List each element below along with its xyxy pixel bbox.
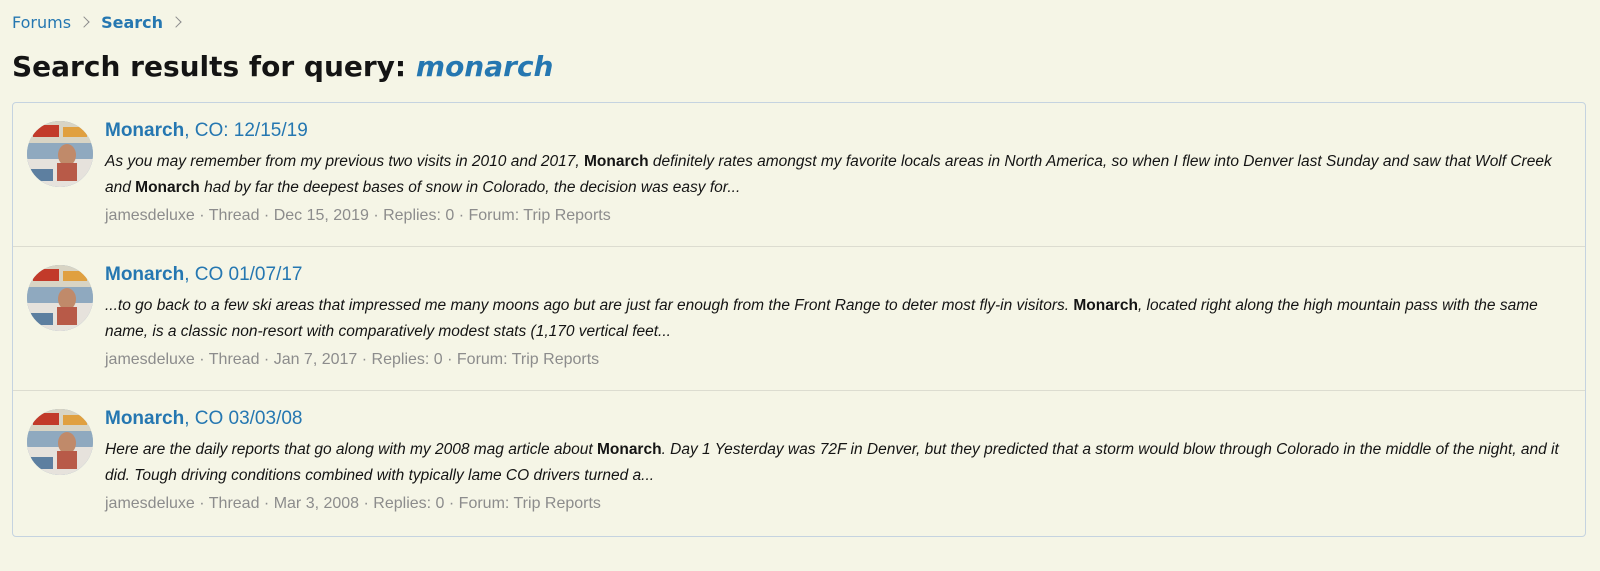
- avatar-magazine-cover-icon[interactable]: [27, 409, 93, 475]
- result-title-text: , CO 03/03/08: [184, 408, 303, 429]
- result-replies: Replies: 0: [371, 351, 443, 368]
- search-result-item: Monarch, CO 01/07/17 ...to go back to a f…: [13, 247, 1585, 391]
- meta-separator: ·: [454, 207, 469, 224]
- result-date[interactable]: Mar 3, 2008: [274, 495, 359, 512]
- meta-separator: ·: [194, 207, 209, 224]
- meta-separator: ·: [368, 207, 384, 224]
- meta-separator: ·: [357, 351, 372, 368]
- page-title: Search results for query: monarch: [12, 48, 1588, 88]
- avatar-magazine-cover-icon[interactable]: [27, 121, 93, 187]
- result-title-link[interactable]: Monarch, CO 03/03/08: [105, 407, 1571, 431]
- result-title-highlight: Monarch: [105, 264, 185, 285]
- search-result-item: Monarch, CO: 12/15/19 As you may remember…: [13, 103, 1585, 247]
- result-replies: Replies: 0: [373, 495, 445, 512]
- snippet-text: had by far the deepest bases of snow in …: [199, 179, 741, 196]
- meta-separator: ·: [359, 495, 374, 512]
- snippet-text: Here are the daily reports that go along…: [105, 441, 597, 458]
- result-forum-link[interactable]: Forum: Trip Reports: [459, 495, 601, 512]
- result-content-type: Thread: [208, 495, 260, 512]
- result-content-type: Thread: [208, 207, 260, 224]
- breadcrumb-forums-link[interactable]: Forums: [12, 13, 71, 32]
- meta-separator: ·: [259, 351, 274, 368]
- result-meta: jamesdeluxe · Thread · Mar 3, 2008 · Rep…: [105, 493, 1571, 515]
- result-title-highlight: Monarch: [105, 408, 185, 429]
- result-meta: jamesdeluxe · Thread · Dec 15, 2019 · Re…: [105, 205, 1571, 227]
- result-content-type: Thread: [208, 351, 260, 368]
- result-body: Monarch, CO 03/03/08 Here are the daily r…: [105, 407, 1571, 515]
- snippet-highlight: Monarch: [1073, 297, 1138, 314]
- result-title-text: , CO: 12/15/19: [184, 120, 308, 141]
- result-author-link[interactable]: jamesdeluxe: [105, 495, 195, 512]
- result-title-link[interactable]: Monarch, CO: 12/15/19: [105, 119, 1571, 143]
- search-results-list: Monarch, CO: 12/15/19 As you may remember…: [12, 102, 1586, 537]
- result-date[interactable]: Dec 15, 2019: [274, 207, 369, 224]
- breadcrumb: Forums Search: [12, 10, 1588, 34]
- result-title-text: , CO 01/07/17: [184, 264, 303, 285]
- result-title-highlight: Monarch: [105, 120, 185, 141]
- result-body: Monarch, CO 01/07/17 ...to go back to a f…: [105, 263, 1571, 371]
- snippet-text: As you may remember from my previous two…: [105, 153, 584, 170]
- meta-separator: ·: [194, 351, 209, 368]
- breadcrumb-search-link[interactable]: Search: [101, 13, 163, 32]
- chevron-right-icon: [170, 16, 182, 28]
- snippet-highlight: Monarch: [583, 153, 649, 170]
- meta-separator: ·: [259, 495, 274, 512]
- result-meta: jamesdeluxe · Thread · Jan 7, 2017 · Rep…: [105, 349, 1571, 371]
- result-replies: Replies: 0: [383, 207, 455, 224]
- result-body: Monarch, CO: 12/15/19 As you may remember…: [105, 119, 1571, 227]
- result-date[interactable]: Jan 7, 2017: [274, 351, 358, 368]
- snippet-highlight: Monarch: [596, 441, 662, 458]
- meta-separator: ·: [194, 495, 209, 512]
- meta-separator: ·: [444, 495, 459, 512]
- avatar-magazine-cover-icon[interactable]: [27, 265, 93, 331]
- snippet-highlight: Monarch: [135, 179, 200, 196]
- meta-separator: ·: [259, 207, 274, 224]
- search-result-item: Monarch, CO 03/03/08 Here are the daily r…: [13, 391, 1585, 536]
- result-snippet: As you may remember from my previous two…: [105, 149, 1571, 201]
- result-snippet: Here are the daily reports that go along…: [105, 437, 1571, 489]
- result-forum-link[interactable]: Forum: Trip Reports: [457, 351, 599, 368]
- result-author-link[interactable]: jamesdeluxe: [105, 351, 195, 368]
- search-query: monarch: [415, 50, 554, 83]
- meta-separator: ·: [442, 351, 457, 368]
- page-title-prefix: Search results for query:: [12, 50, 407, 83]
- chevron-right-icon: [78, 16, 90, 28]
- result-forum-link[interactable]: Forum: Trip Reports: [468, 207, 610, 224]
- result-author-link[interactable]: jamesdeluxe: [105, 207, 195, 224]
- snippet-text: ...to go back to a few ski areas that im…: [105, 297, 1074, 314]
- result-snippet: ...to go back to a few ski areas that im…: [105, 293, 1571, 345]
- result-title-link[interactable]: Monarch, CO 01/07/17: [105, 263, 1571, 287]
